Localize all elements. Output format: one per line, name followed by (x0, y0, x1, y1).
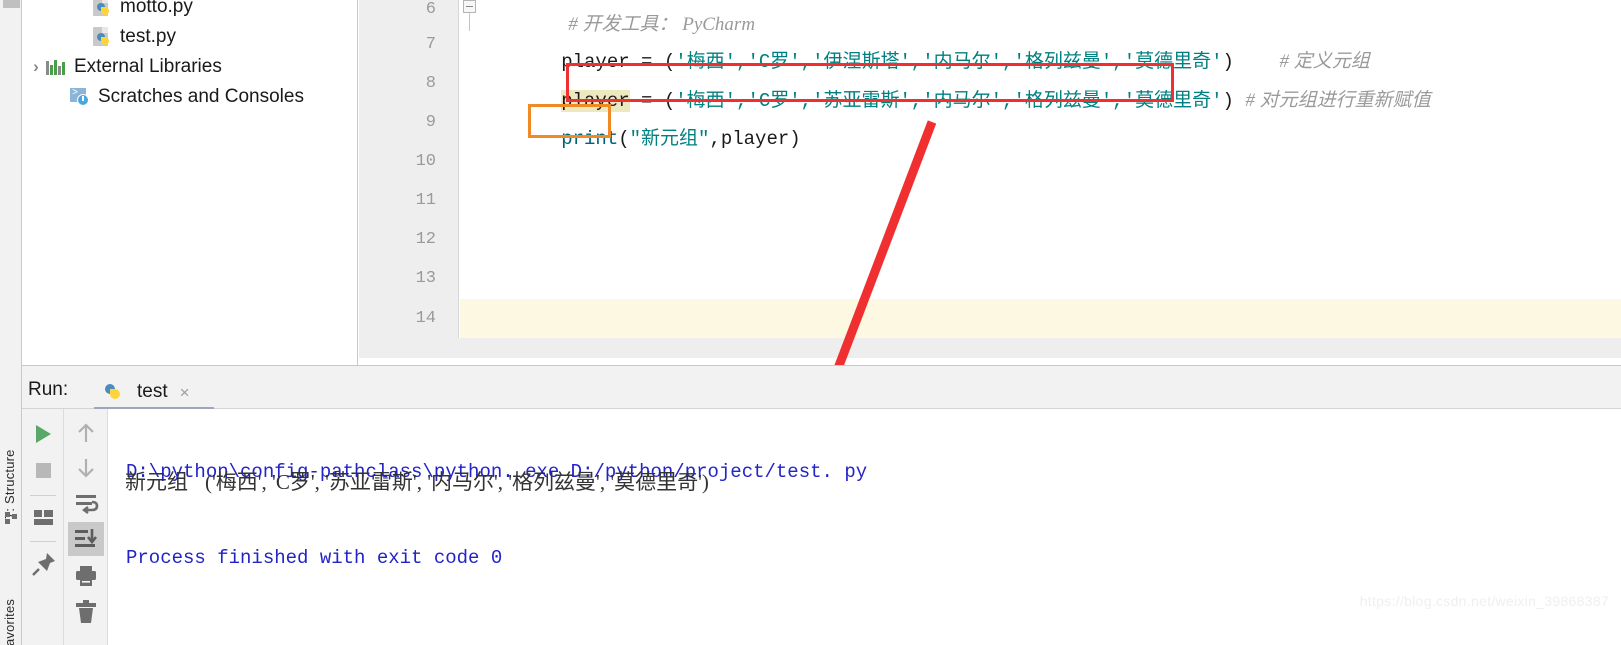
line-number: 14 (415, 309, 436, 328)
tree-item-test-py[interactable]: test.py (92, 22, 176, 51)
console-output-value: ('梅西', 'C罗', '苏亚雷斯', '内马尔', '格列兹曼', '莫德里… (205, 470, 709, 494)
pycharm-window: 7: Structure avorites motto.py test.py › (0, 0, 1621, 645)
code-operator: = (629, 90, 664, 112)
soft-wrap-button[interactable] (68, 487, 104, 521)
run-toolbar-left (22, 409, 64, 645)
line-number: 11 (415, 191, 436, 210)
code-args: ,player) (709, 128, 801, 150)
code-identifier: player (561, 51, 630, 73)
python-file-icon (92, 26, 114, 48)
code-string-tuple: '梅西','C罗','苏亚雷斯','内马尔','格列兹曼','莫德里奇' (675, 90, 1223, 112)
soft-wrap-icon (76, 495, 99, 514)
run-console-output[interactable]: D:\python\config-pathclass\python. exe D… (108, 409, 1621, 645)
tree-item-motto-py[interactable]: motto.py (92, 0, 193, 21)
tree-item-label: External Libraries (74, 56, 222, 77)
line-number: 9 (425, 113, 436, 132)
down-button[interactable] (68, 451, 104, 485)
play-icon (36, 425, 51, 443)
tree-item-label: Scratches and Consoles (98, 86, 304, 107)
layout-icon (34, 510, 53, 525)
tree-item-label: test.py (120, 26, 176, 47)
code-editor[interactable]: 6 7 8 9 10 11 12 13 14 # 开发工具： PyCharm p… (359, 0, 1621, 338)
pin-icon (32, 553, 55, 576)
line-number: 7 (425, 35, 436, 54)
run-toolbar-right (64, 409, 108, 645)
close-icon[interactable]: × (180, 384, 190, 401)
code-paren-close: ) (1222, 51, 1234, 73)
code-text-area[interactable]: # 开发工具： PyCharm player = ('梅西','C罗','伊涅斯… (460, 0, 1621, 338)
stop-button[interactable] (25, 454, 61, 488)
run-panel-header: Run: test × (22, 371, 1621, 410)
code-comment: # 对元组进行重新赋值 (1245, 90, 1431, 111)
python-file-icon (102, 381, 124, 403)
console-exit-line: Process finished with exit code 0 (126, 547, 503, 569)
code-string-literal: "新元组" (629, 128, 710, 150)
run-panel-title: Run: (28, 379, 69, 400)
up-button[interactable] (68, 417, 104, 451)
print-button[interactable] (68, 559, 104, 593)
code-line-9: print("新元组",player) (470, 111, 801, 168)
code-paren-close: ) (1222, 90, 1234, 112)
clear-all-button[interactable] (68, 595, 104, 629)
scroll-to-end-button[interactable] (68, 522, 104, 556)
trash-icon (76, 600, 96, 623)
code-paren-open: ( (618, 128, 630, 150)
project-tool-window: motto.py test.py › External Libraries > … (22, 0, 358, 365)
console-output-label: 新元组 (125, 470, 188, 494)
code-string-tuple: '梅西','C罗','伊涅斯塔','内马尔','格列兹曼','莫德里奇' (675, 51, 1223, 73)
code-identifier-highlighted: player (561, 90, 630, 112)
python-file-icon (92, 0, 114, 18)
strip-scroll-nub (3, 0, 20, 8)
line-number: 8 (425, 74, 436, 93)
printer-icon (76, 566, 96, 586)
chevron-right-icon[interactable]: › (26, 58, 46, 75)
structure-icon (5, 512, 18, 525)
stop-icon (36, 463, 51, 478)
arrow-down-icon (78, 459, 94, 478)
code-comment: # 开发工具： PyCharm (568, 14, 756, 35)
tree-item-label: motto.py (120, 0, 193, 17)
line-number: 12 (415, 230, 436, 249)
toolbar-divider (30, 541, 56, 542)
line-number: 6 (425, 0, 436, 19)
editor-bottom-filler (359, 338, 1621, 358)
code-function-print: print (561, 128, 619, 150)
line-number: 13 (415, 269, 436, 288)
left-toolwindow-strip-top (0, 0, 22, 371)
code-comment: # 定义元组 (1279, 51, 1370, 72)
tree-item-external-libraries[interactable]: › External Libraries (26, 52, 222, 81)
line-number: 10 (415, 152, 436, 171)
arrow-up-icon (78, 423, 94, 442)
editor-gutter[interactable]: 6 7 8 9 10 11 12 13 14 (359, 0, 459, 338)
scroll-to-end-icon (75, 529, 98, 547)
toolwindow-button-structure[interactable]: 7: Structure (2, 424, 17, 519)
toolwindow-button-favorites[interactable]: avorites (2, 576, 17, 645)
run-button[interactable] (25, 417, 61, 451)
watermark: https://blog.csdn.net/weixin_39868387 (1359, 593, 1609, 609)
tree-item-scratches-and-consoles[interactable]: > Scratches and Consoles (70, 82, 304, 111)
external-libraries-icon (46, 56, 68, 78)
run-tab-label: test (137, 381, 168, 402)
run-tab-test[interactable]: test × (94, 375, 198, 409)
code-operator: = (629, 51, 664, 73)
pin-button[interactable] (25, 547, 61, 581)
code-paren-open: ( (663, 51, 676, 73)
layout-button[interactable] (25, 501, 61, 535)
code-paren-open: ( (663, 90, 676, 112)
scratches-icon: > (70, 86, 92, 108)
toolbar-divider (30, 495, 56, 496)
